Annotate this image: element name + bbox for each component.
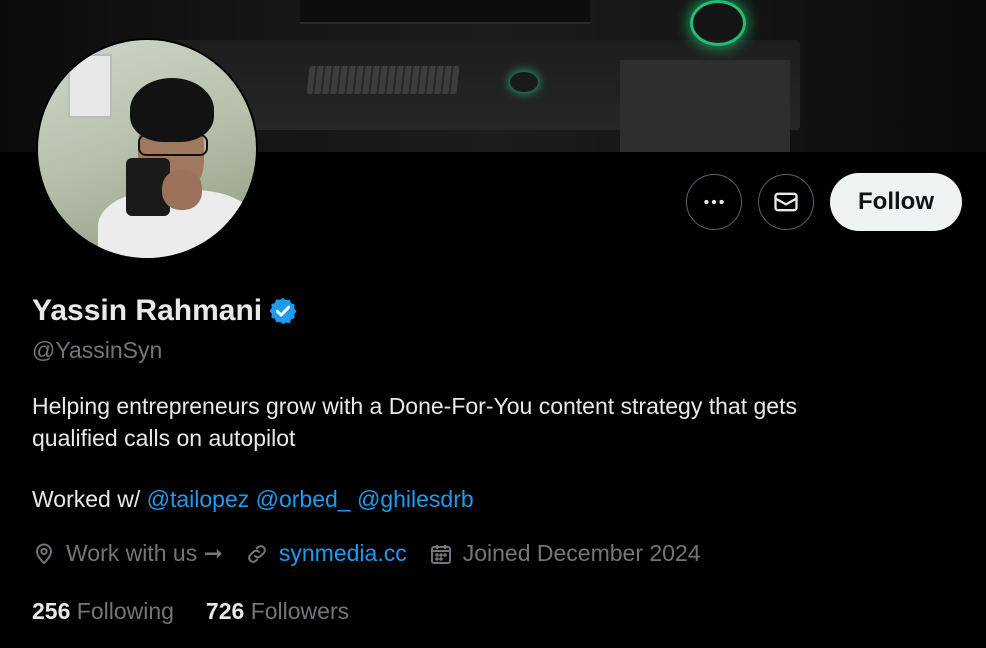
link-icon <box>248 544 266 563</box>
ellipsis-icon <box>704 199 724 205</box>
banner-pc-case <box>620 60 790 152</box>
following-stat[interactable]: 256 Following <box>32 598 174 625</box>
followers-label: Followers <box>250 598 350 624</box>
mail-icon <box>774 192 798 212</box>
following-count: 256 <box>32 598 71 624</box>
message-button[interactable] <box>758 174 814 230</box>
website-link[interactable]: synmedia.cc <box>279 540 407 567</box>
joined-text: Joined December 2024 <box>462 540 701 566</box>
banner-mouse <box>510 72 538 92</box>
profile-handle: @YassinSyn <box>32 337 163 363</box>
follow-stats: 256 Following 726 Followers <box>32 598 381 625</box>
avatar-hair <box>130 78 214 142</box>
followers-stat[interactable]: 726 Followers <box>206 598 349 625</box>
avatar-glasses <box>138 134 208 156</box>
mention-link[interactable]: @tailopez <box>147 486 250 512</box>
location-pin-icon <box>35 543 53 564</box>
avatar-wall-frame <box>68 54 112 118</box>
more-options-button[interactable] <box>686 174 742 230</box>
mention-link[interactable]: @orbed_ <box>256 486 351 512</box>
avatar-hand <box>162 170 202 210</box>
profile-bio: Helping entrepreneurs grow with a Done-F… <box>32 390 932 454</box>
bio-worked-with: Worked w/ @tailopez @orbed_ @ghilesdrb <box>32 486 474 513</box>
verified-badge-icon[interactable] <box>268 296 298 326</box>
display-name: Yassin Rahmani <box>32 294 263 327</box>
avatar-photo <box>38 40 256 258</box>
follow-button[interactable]: Follow <box>830 173 962 231</box>
profile-name-row: Yassin Rahmani <box>32 294 298 328</box>
banner-keyboard <box>306 66 460 94</box>
profile-meta: Work with us ➞ synmedia.cc Joined Decemb… <box>32 540 723 567</box>
banner-monitor <box>300 0 590 24</box>
mention-link[interactable]: @ghilesdrb <box>357 486 474 512</box>
joined-item: Joined December 2024 <box>429 540 701 567</box>
profile-avatar[interactable] <box>36 38 258 260</box>
following-label: Following <box>76 598 174 624</box>
worked-with-prefix: Worked w/ <box>32 486 141 512</box>
calendar-icon <box>430 544 451 564</box>
location-text: Work with us ➞ <box>66 540 223 566</box>
bio-line-2: qualified calls on autopilot <box>32 425 296 451</box>
website-item[interactable]: synmedia.cc <box>245 540 407 567</box>
banner-fan <box>690 0 746 46</box>
location-item: Work with us ➞ <box>32 540 223 567</box>
followers-count: 726 <box>205 598 245 624</box>
bio-line-1: Helping entrepreneurs grow with a Done-F… <box>32 393 797 419</box>
